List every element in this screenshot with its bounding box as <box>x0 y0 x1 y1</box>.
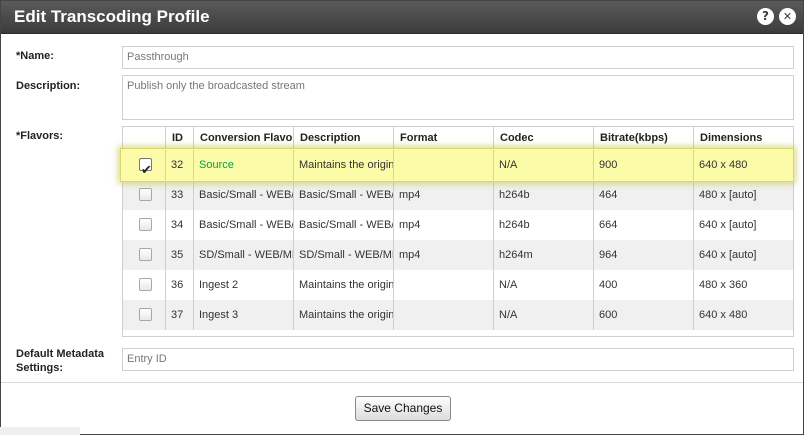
dimensions-cell: 640 x 480 <box>693 300 793 330</box>
format-cell <box>393 270 493 300</box>
conversion-flavor-cell: Basic/Small - WEB/MBL <box>193 180 293 210</box>
conversion-flavor-cell: Ingest 2 <box>193 270 293 300</box>
flavors-label: *Flavors: <box>16 130 64 142</box>
flavor-checkbox[interactable]: ✔ <box>139 158 152 178</box>
dialog-title: Edit Transcoding Profile <box>14 7 210 26</box>
dimensions-cell: 480 x 360 <box>693 270 793 300</box>
column-header-conversion-flavor[interactable]: Conversion Flavor <box>193 127 293 148</box>
description-cell: SD/Small - WEB/MBL <box>293 240 393 270</box>
description-cell: Basic/Small - WEB/MBL <box>293 210 393 240</box>
description-field[interactable]: Publish only the broadcasted stream <box>122 75 794 120</box>
select-cell <box>123 270 165 300</box>
bitrate-cell: 464 <box>593 180 693 210</box>
id-cell: 32 <box>165 150 193 180</box>
column-header-id[interactable]: ID <box>165 127 193 148</box>
column-header-codec[interactable]: Codec <box>493 127 593 148</box>
bitrate-cell: 600 <box>593 300 693 330</box>
entry-id-input[interactable]: Entry ID <box>122 348 794 371</box>
table-row[interactable]: 34Basic/Small - WEB/MBLBasic/Small - WEB… <box>123 210 793 240</box>
format-cell: mp4 <box>393 180 493 210</box>
conversion-flavor-cell: SD/Small - WEB/MBL <box>193 240 293 270</box>
flavor-checkbox[interactable] <box>139 278 152 291</box>
id-cell: 35 <box>165 240 193 270</box>
save-changes-button[interactable]: Save Changes <box>355 396 451 421</box>
conversion-flavor-cell: Source <box>193 150 293 180</box>
select-cell <box>123 210 165 240</box>
description-label: Description: <box>16 80 81 92</box>
format-cell: mp4 <box>393 210 493 240</box>
table-row[interactable]: ✔ 32 Source Maintains the original N/A 900 640… <box>123 150 793 180</box>
format-cell <box>393 150 493 180</box>
id-cell: 34 <box>165 210 193 240</box>
codec-cell: N/A <box>493 300 593 330</box>
flavor-checkbox[interactable] <box>139 308 152 321</box>
select-cell <box>123 300 165 330</box>
footer-divider <box>1 382 803 383</box>
table-row[interactable]: 35SD/Small - WEB/MBLSD/Small - WEB/MBLmp… <box>123 240 793 270</box>
description-cell: Basic/Small - WEB/MBL <box>293 180 393 210</box>
format-cell: mp4 <box>393 240 493 270</box>
flavor-checkbox[interactable] <box>139 248 152 261</box>
checkmark-icon: ✔ <box>141 163 152 178</box>
name-field[interactable]: Passthrough <box>122 46 794 69</box>
description-cell: Maintains the original <box>293 150 393 180</box>
column-header-dimensions[interactable]: Dimensions <box>693 127 793 148</box>
dimensions-cell: 640 x 480 <box>693 150 793 180</box>
select-cell: ✔ <box>123 150 165 180</box>
conversion-flavor-cell: Ingest 3 <box>193 300 293 330</box>
codec-cell: h264b <box>493 210 593 240</box>
description-cell: Maintains the original <box>293 270 393 300</box>
conversion-flavor-cell: Basic/Small - WEB/MBL <box>193 210 293 240</box>
select-cell <box>123 180 165 210</box>
help-icon[interactable]: ? <box>757 8 774 25</box>
selected-flavor-row[interactable]: ✔ 32 Source Maintains the original N/A 900 640… <box>120 148 794 182</box>
bitrate-cell: 964 <box>593 240 693 270</box>
select-cell <box>123 240 165 270</box>
column-header-format[interactable]: Format <box>393 127 493 148</box>
column-header-select[interactable] <box>123 127 165 148</box>
background-strip <box>0 427 80 435</box>
id-cell: 37 <box>165 300 193 330</box>
dimensions-cell: 640 x [auto] <box>693 210 793 240</box>
metadata-label-line1: Default Metadata <box>16 348 105 360</box>
description-cell: Maintains the original <box>293 300 393 330</box>
name-label: *Name: <box>16 50 54 62</box>
bitrate-cell: 664 <box>593 210 693 240</box>
flavor-checkbox[interactable] <box>139 218 152 231</box>
flavors-table-header: ID Conversion Flavor Description Format Code… <box>123 127 793 149</box>
codec-cell: N/A <box>493 150 593 180</box>
metadata-label-line2: Settings: <box>16 362 64 374</box>
bitrate-cell: 400 <box>593 270 693 300</box>
codec-cell: N/A <box>493 270 593 300</box>
dimensions-cell: 480 x [auto] <box>693 180 793 210</box>
codec-cell: h264m <box>493 240 593 270</box>
format-cell <box>393 300 493 330</box>
flavor-checkbox[interactable] <box>139 188 152 201</box>
title-bar[interactable]: Edit Transcoding Profile ? ✕ <box>1 1 803 34</box>
id-cell: 36 <box>165 270 193 300</box>
column-header-description[interactable]: Description <box>293 127 393 148</box>
edit-transcoding-profile-dialog: Edit Transcoding Profile ? ✕ *Name: Pass… <box>0 0 804 435</box>
table-row[interactable]: 33Basic/Small - WEB/MBLBasic/Small - WEB… <box>123 180 793 210</box>
close-icon[interactable]: ✕ <box>779 8 796 25</box>
table-row[interactable]: 37 Ingest 3 Maintains the original N/A 600 64… <box>123 300 793 330</box>
column-header-bitrate[interactable]: Bitrate(kbps) <box>593 127 693 148</box>
id-cell: 33 <box>165 180 193 210</box>
dimensions-cell: 640 x [auto] <box>693 240 793 270</box>
codec-cell: h264b <box>493 180 593 210</box>
bitrate-cell: 900 <box>593 150 693 180</box>
table-row[interactable]: 36 Ingest 2 Maintains the original N/A 400 48… <box>123 270 793 300</box>
